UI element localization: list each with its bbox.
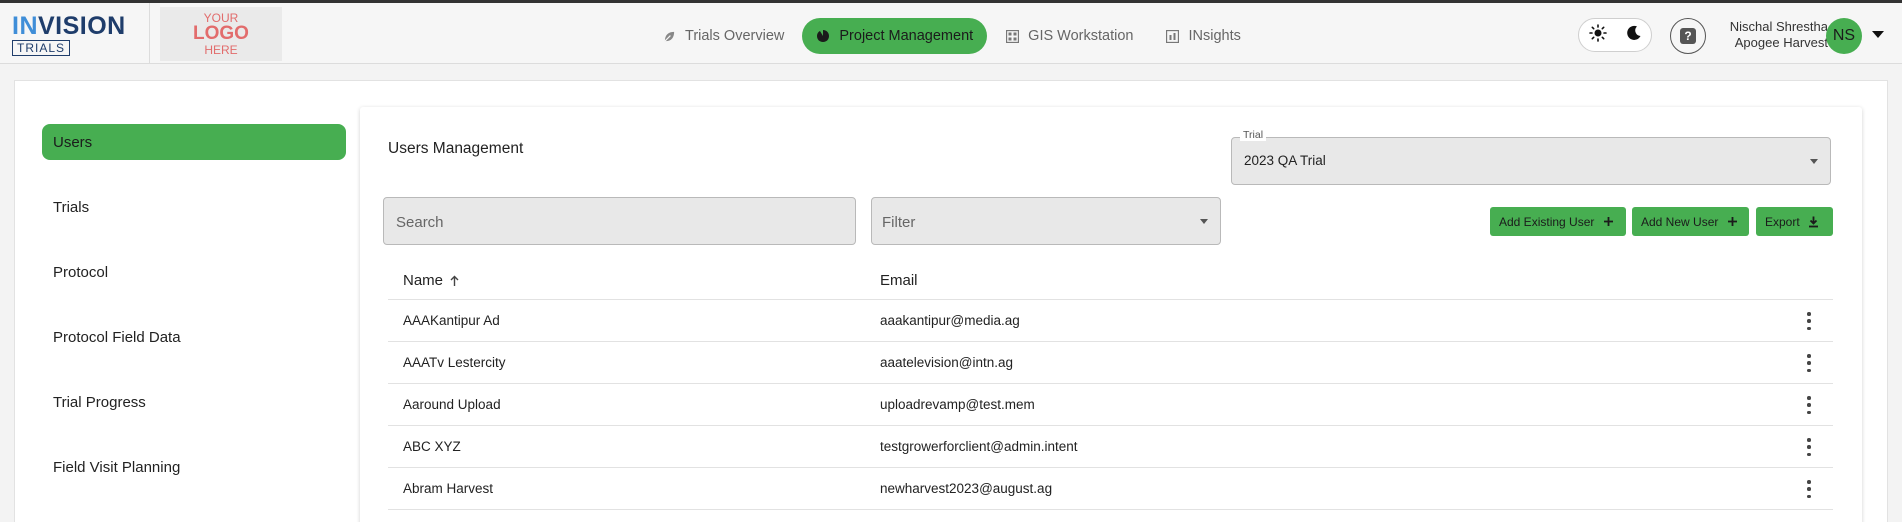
sun-icon[interactable] <box>1588 23 1607 47</box>
chevron-down-icon <box>1810 159 1818 164</box>
insights-icon <box>1165 29 1179 43</box>
add-existing-user-button[interactable]: Add Existing User <box>1490 207 1626 236</box>
leaf-icon <box>662 29 676 43</box>
more-options-icon[interactable] <box>1802 354 1816 372</box>
export-button[interactable]: Export <box>1756 207 1833 236</box>
client-logo-placeholder: YOUR LOGO HERE <box>160 7 282 61</box>
table-row[interactable]: Abram Harvest newharvest2023@august.ag <box>388 468 1833 510</box>
more-options-icon[interactable] <box>1802 480 1816 498</box>
moon-icon[interactable] <box>1626 25 1642 46</box>
more-options-icon[interactable] <box>1802 312 1816 330</box>
table-row[interactable]: ABC XYZ testgrowerforclient@admin.intent <box>388 426 1833 468</box>
nav-trials-overview[interactable]: Trials Overview <box>648 18 798 54</box>
column-header-email: Email <box>880 272 918 289</box>
sidebar-item-trial-progress[interactable]: Trial Progress <box>42 384 346 420</box>
user-email-cell: newharvest2023@august.ag <box>880 481 1053 496</box>
users-table: Name Email AAAKantipur Ad aaakantipur@me… <box>388 262 1833 510</box>
help-button[interactable]: ? <box>1670 18 1706 54</box>
sidebar: Users Trials Protocol Protocol Field Dat… <box>42 124 346 514</box>
user-menu-caret-icon[interactable] <box>1872 31 1884 38</box>
user-info[interactable]: Nischal Shrestha Apogee Harvest <box>1718 19 1828 51</box>
invision-trials-logo[interactable]: INVISION TRIALS <box>12 13 150 57</box>
user-email-cell: aaakantipur@media.ag <box>880 313 1020 328</box>
avatar[interactable]: NS <box>1826 18 1862 54</box>
sidebar-item-protocol[interactable]: Protocol <box>42 254 346 290</box>
user-name-cell: Abram Harvest <box>403 481 494 496</box>
more-options-icon[interactable] <box>1802 438 1816 456</box>
sidebar-item-users[interactable]: Users <box>42 124 346 160</box>
trial-select-label: Trial <box>1240 129 1267 141</box>
users-management-panel: Users Management Trial 2023 QA Trial Sea… <box>360 107 1862 522</box>
user-email-cell: testgrowerforclient@admin.intent <box>880 439 1078 454</box>
column-header-name[interactable]: Name <box>403 272 460 289</box>
nav-insights[interactable]: INsights <box>1151 18 1254 54</box>
page-title: Users Management <box>388 140 524 157</box>
user-name-cell: AAATv Lestercity <box>403 355 506 370</box>
chevron-down-icon <box>1200 219 1208 224</box>
sidebar-item-protocol-field-data[interactable]: Protocol Field Data <box>42 319 346 355</box>
search-input[interactable]: Search <box>383 197 856 245</box>
table-row[interactable]: AAAKantipur Ad aaakantipur@media.ag <box>388 300 1833 342</box>
filter-select[interactable]: Filter <box>871 197 1221 245</box>
top-navigation-bar: INVISION TRIALS YOUR LOGO HERE Trials Ov… <box>0 0 1902 64</box>
trial-select-value: 2023 QA Trial <box>1244 153 1326 168</box>
project-icon <box>816 29 830 43</box>
user-name-cell: ABC XYZ <box>403 439 461 454</box>
add-new-user-button[interactable]: Add New User <box>1632 207 1749 236</box>
grid-icon <box>1005 29 1019 43</box>
table-header: Name Email <box>388 262 1833 300</box>
nav-project-management[interactable]: Project Management <box>802 18 988 54</box>
sort-ascending-icon[interactable] <box>449 275 460 287</box>
table-row[interactable]: AAATv Lestercity aaatelevision@intn.ag <box>388 342 1833 384</box>
more-options-icon[interactable] <box>1802 396 1816 414</box>
main-nav: Trials Overview Project Management GIS W… <box>648 18 1259 54</box>
nav-gis-workstation[interactable]: GIS Workstation <box>991 18 1147 54</box>
help-icon: ? <box>1680 28 1696 44</box>
table-row[interactable]: Aaround Upload uploadrevamp@test.mem <box>388 384 1833 426</box>
plus-icon <box>1726 216 1738 228</box>
user-name-cell: AAAKantipur Ad <box>403 313 500 328</box>
trial-select[interactable]: Trial 2023 QA Trial <box>1231 129 1831 185</box>
user-name-cell: Aaround Upload <box>403 397 501 412</box>
user-email-cell: aaatelevision@intn.ag <box>880 355 1014 370</box>
header-divider <box>149 3 150 64</box>
plus-icon <box>1602 216 1614 228</box>
sidebar-item-field-visit-planning[interactable]: Field Visit Planning <box>42 449 346 485</box>
download-icon <box>1808 216 1820 228</box>
theme-toggle[interactable] <box>1578 18 1652 52</box>
user-email-cell: uploadrevamp@test.mem <box>880 397 1035 412</box>
sidebar-item-trials[interactable]: Trials <box>42 189 346 225</box>
